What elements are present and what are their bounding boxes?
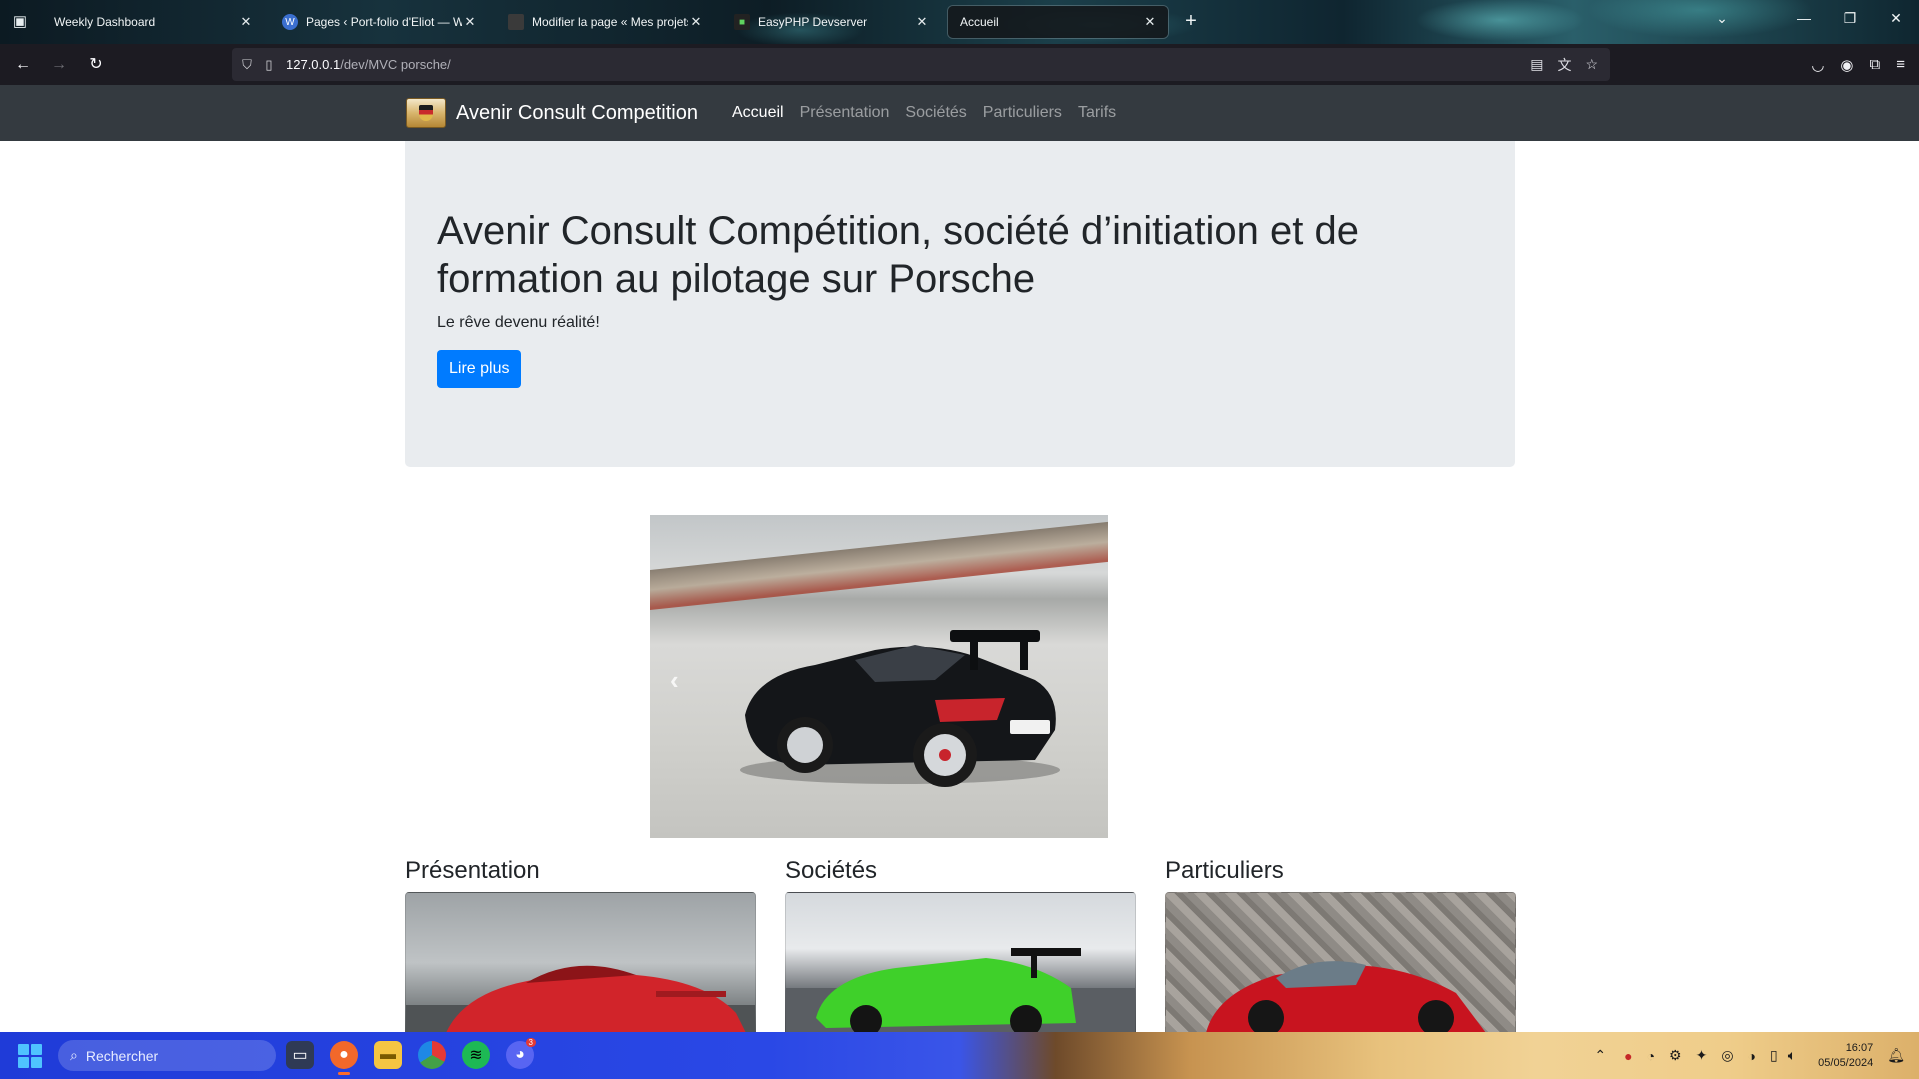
volume-icon[interactable]: 🔈︎ bbox=[1788, 1047, 1796, 1064]
tab-title: Pages ‹ Port-folio d'Eliot — Wo bbox=[306, 15, 462, 29]
discord-icon[interactable]: ◕ 3 bbox=[506, 1038, 536, 1069]
forward-icon[interactable]: → bbox=[48, 54, 70, 76]
red-porsche-image bbox=[406, 965, 755, 1032]
chevron-down-icon[interactable]: ⌄ bbox=[1712, 10, 1732, 27]
tab-title: Weekly Dashboard bbox=[54, 15, 156, 29]
new-tab-icon[interactable]: + bbox=[1180, 10, 1202, 32]
card-image-particuliers[interactable] bbox=[1165, 892, 1516, 1032]
extensions-icon[interactable]: ⧉ bbox=[1870, 56, 1881, 73]
tab-title: Modifier la page « Mes projets bbox=[532, 15, 688, 29]
discord-badge: 3 bbox=[525, 1038, 536, 1047]
taskbar-search[interactable]: ⌕ Rechercher bbox=[58, 1040, 276, 1071]
clock[interactable]: 16:07 05/05/2024 bbox=[1818, 1041, 1873, 1071]
green-porsche-image bbox=[786, 948, 1135, 1032]
nav-link-societes[interactable]: Sociétés bbox=[897, 104, 974, 122]
tab-easyphp[interactable]: ■ EasyPHP Devserver ✕ bbox=[722, 6, 940, 38]
search-icon: ⌕ bbox=[70, 1047, 78, 1063]
card-title-societes: Sociétés bbox=[785, 857, 878, 884]
clock-date: 05/05/2024 bbox=[1818, 1056, 1874, 1069]
window-close-icon[interactable]: ✕ bbox=[1886, 10, 1906, 27]
brand-name: Avenir Consult Competition bbox=[456, 101, 698, 124]
minimize-icon[interactable]: — bbox=[1794, 10, 1814, 26]
tab-pages-portfolio[interactable]: W Pages ‹ Port-folio d'Eliot — Wo ✕ bbox=[270, 6, 488, 38]
card-title-presentation: Présentation bbox=[405, 857, 540, 884]
jumbotron: Avenir Consult Compétition, société d’in… bbox=[405, 141, 1515, 467]
jumbotron-title: Avenir Consult Compétition, société d’in… bbox=[437, 209, 1359, 301]
task-view-icon[interactable]: ▭ bbox=[286, 1041, 314, 1069]
browser-tab-bar: ▣ Weekly Dashboard ✕ W Pages ‹ Port-foli… bbox=[0, 0, 1919, 44]
security-alert-icon[interactable]: ● bbox=[1624, 1048, 1632, 1064]
network-icon[interactable]: ▯ bbox=[1770, 1047, 1778, 1064]
url-path: /dev/MVC porsche/ bbox=[340, 57, 451, 72]
back-icon[interactable]: ← bbox=[12, 54, 34, 76]
nav-link-presentation[interactable]: Présentation bbox=[792, 104, 898, 122]
wordpress-icon bbox=[508, 14, 524, 30]
site-brand[interactable]: Avenir Consult Competition bbox=[406, 98, 698, 128]
close-icon[interactable]: ✕ bbox=[688, 14, 704, 30]
color-app-icon[interactable] bbox=[418, 1041, 446, 1069]
card-image-presentation[interactable] bbox=[405, 892, 756, 1032]
reader-view-icon[interactable]: ▤ bbox=[1530, 56, 1543, 73]
nav-link-accueil[interactable]: Accueil bbox=[724, 104, 792, 122]
tab-accueil[interactable]: Accueil ✕ bbox=[948, 6, 1168, 38]
browser-toolbar: ← → ↻ ⛉ ▯ 127.0.0.1/dev/MVC porsche/ ▤ 文… bbox=[0, 44, 1919, 85]
notification-bell-icon[interactable]: 🔔︎ bbox=[1887, 1047, 1905, 1064]
tab-list-icon[interactable]: ▣ bbox=[10, 12, 30, 32]
chevron-up-icon[interactable]: ⌃ bbox=[1594, 1047, 1606, 1064]
tab-weekly-dashboard[interactable]: Weekly Dashboard ✕ bbox=[42, 6, 264, 38]
bookmark-star-icon[interactable]: ☆ bbox=[1585, 56, 1598, 73]
carousel-car-image bbox=[740, 630, 1060, 787]
nav-link-particuliers[interactable]: Particuliers bbox=[975, 104, 1070, 122]
menu-icon[interactable]: ≡ bbox=[1896, 56, 1905, 73]
windows-start-icon[interactable] bbox=[18, 1044, 42, 1068]
tab-title: EasyPHP Devserver bbox=[758, 15, 868, 29]
shield-icon[interactable]: ⛉ bbox=[236, 57, 258, 73]
translate-icon[interactable]: 文 bbox=[1557, 55, 1571, 75]
porsche-logo-icon bbox=[406, 98, 446, 128]
nav-link-tarifs[interactable]: Tarifs bbox=[1070, 104, 1124, 122]
image-carousel: ‹ bbox=[650, 515, 1108, 838]
site-nav-links: Accueil Présentation Sociétés Particulie… bbox=[724, 85, 1124, 141]
reload-icon[interactable]: ↻ bbox=[85, 54, 107, 76]
easyphp-icon: ■ bbox=[734, 14, 750, 30]
restore-icon[interactable]: ❐ bbox=[1840, 10, 1860, 27]
search-placeholder: Rechercher bbox=[85, 1047, 159, 1064]
clock-time: 16:07 bbox=[1845, 1041, 1874, 1054]
tab-title: Accueil bbox=[960, 15, 999, 29]
site-navbar: Avenir Consult Competition Accueil Prése… bbox=[0, 85, 1919, 141]
close-icon[interactable]: ✕ bbox=[462, 14, 478, 30]
url-text[interactable]: 127.0.0.1/dev/MVC porsche/ bbox=[286, 57, 451, 72]
app-tray-icon-2[interactable]: ◑ bbox=[1748, 1048, 1756, 1064]
grandstand bbox=[650, 521, 1108, 610]
account-icon[interactable]: ◉ bbox=[1840, 56, 1853, 74]
app-tray-icon[interactable]: ◎ bbox=[1721, 1047, 1733, 1064]
close-icon[interactable]: ✕ bbox=[238, 14, 254, 30]
jumbotron-subtitle: Le rêve devenu réalité! bbox=[437, 314, 600, 331]
url-bar[interactable]: ⛉ ▯ 127.0.0.1/dev/MVC porsche/ ▤ 文 ☆ bbox=[232, 48, 1610, 81]
classic-porsche-image bbox=[1206, 961, 1486, 1032]
close-icon[interactable]: ✕ bbox=[914, 14, 930, 30]
system-tray: ⌃ ● ◔ ⚙ ✦ ◎ ◑ ▯ 🔈︎ 16:07 05/05/2024 🔔︎ bbox=[1594, 1032, 1919, 1079]
discord-tray-icon[interactable]: ◔ bbox=[1647, 1048, 1655, 1064]
spotify-icon[interactable]: ≋ bbox=[462, 1041, 490, 1069]
wordpress-icon: W bbox=[282, 14, 298, 30]
bluetooth-icon[interactable]: ✦ bbox=[1696, 1047, 1708, 1064]
read-more-button[interactable]: Lire plus bbox=[437, 350, 522, 388]
steam-icon[interactable]: ⚙ bbox=[1669, 1047, 1682, 1064]
url-host: 127.0.0.1 bbox=[286, 57, 341, 72]
card-title-particuliers: Particuliers bbox=[1165, 857, 1284, 884]
close-icon[interactable]: ✕ bbox=[1142, 14, 1158, 30]
pocket-icon[interactable]: ◡ bbox=[1811, 56, 1824, 74]
windows-taskbar: ⌕ Rechercher ▭ ● ▬ ≋ ◕ 3 ⌃ ● ◔ ⚙ ✦ ◎ ◑ ▯ … bbox=[0, 1032, 1919, 1079]
tab-modifier-page[interactable]: Modifier la page « Mes projets ✕ bbox=[496, 6, 714, 38]
file-explorer-icon[interactable]: ▬ bbox=[374, 1041, 402, 1069]
card-image-societes[interactable] bbox=[785, 892, 1136, 1032]
firefox-icon[interactable]: ● bbox=[330, 1041, 358, 1075]
page-icon: ▯ bbox=[265, 56, 273, 72]
carousel-prev-icon[interactable]: ‹ bbox=[670, 665, 679, 696]
